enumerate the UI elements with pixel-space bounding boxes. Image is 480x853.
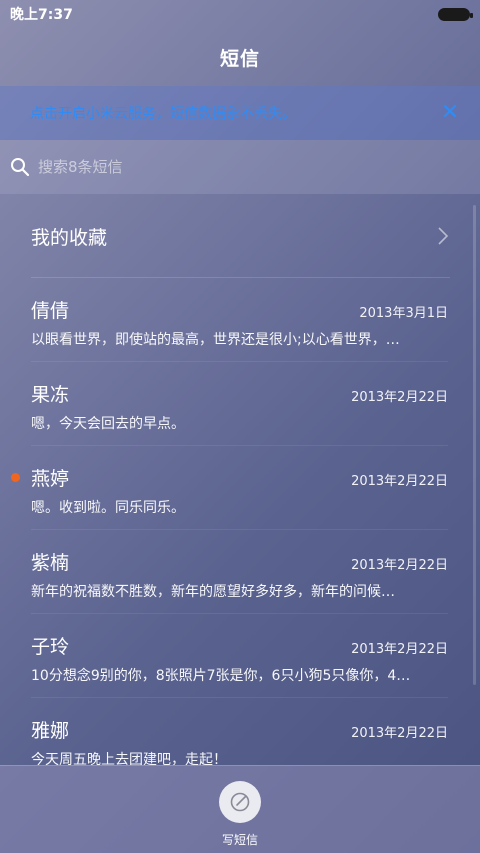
title-bar: 短信: [0, 28, 480, 86]
cloud-service-banner[interactable]: 点击开启小米云服务，短信数据永不丢失。 ✕: [0, 86, 480, 140]
message-preview: 今天周五晚上去团建吧，走起！: [31, 752, 227, 765]
message-preview: 嗯，今天会回去的早点。: [31, 416, 185, 432]
favorites-item[interactable]: 我的收藏: [0, 194, 480, 278]
conversation-item[interactable]: 紫楠 2013年2月22日 新年的祝福数不胜数，新年的愿望好多好多，新年的问候…: [0, 530, 480, 614]
conversation-item[interactable]: 燕婷 2013年2月22日 嗯。收到啦。同乐同乐。: [0, 446, 480, 530]
compose-label: 写短信: [221, 833, 258, 847]
message-preview: 新年的祝福数不胜数，新年的愿望好多好多，新年的问候…: [31, 584, 395, 600]
conversation-item[interactable]: 倩倩 2013年3月1日 以眼看世界，即使站的最高，世界还是很小;以心看世界，…: [0, 278, 480, 362]
battery-icon: [438, 7, 473, 21]
close-icon[interactable]: ✕: [438, 102, 462, 124]
message-date: 2013年2月22日: [351, 474, 448, 489]
conversation-item[interactable]: 子玲 2013年2月22日 10分想念9别的你，8张照片7张是你，6只小狗5只像…: [0, 614, 480, 698]
chevron-right-icon: [438, 227, 449, 245]
contact-name: 紫楠: [31, 552, 70, 574]
message-date: 2013年3月1日: [359, 306, 448, 321]
status-bar: 晚上7:37: [0, 0, 480, 28]
compose-icon: [230, 792, 250, 812]
bottom-bar: 写短信: [0, 765, 480, 853]
conversation-item[interactable]: 雅娜 2013年2月22日 今天周五晚上去团建吧，走起！: [0, 698, 480, 765]
conversation-list[interactable]: 我的收藏 倩倩 2013年3月1日 以眼看世界，即使站的最高，世界还是很小;以心…: [0, 194, 480, 765]
message-date: 2013年2月22日: [351, 558, 448, 573]
search-bar[interactable]: [0, 140, 480, 194]
contact-name: 子玲: [31, 636, 70, 658]
search-icon: [11, 158, 30, 177]
contact-name: 燕婷: [31, 468, 70, 490]
contact-name: 雅娜: [31, 720, 70, 742]
list-scrollbar[interactable]: [473, 205, 476, 685]
message-preview: 嗯。收到啦。同乐同乐。: [31, 500, 185, 516]
message-date: 2013年2月22日: [351, 390, 448, 405]
message-date: 2013年2月22日: [351, 726, 448, 741]
compose-button[interactable]: [219, 781, 261, 823]
banner-text[interactable]: 点击开启小米云服务，短信数据永不丢失。: [30, 103, 438, 123]
favorites-label: 我的收藏: [31, 226, 108, 249]
message-date: 2013年2月22日: [351, 642, 448, 657]
search-input[interactable]: [38, 158, 470, 176]
contact-name: 倩倩: [31, 300, 70, 322]
contact-name: 果冻: [31, 384, 70, 406]
unread-indicator: [11, 473, 20, 482]
page-title: 短信: [219, 47, 260, 70]
conversation-item[interactable]: 果冻 2013年2月22日 嗯，今天会回去的早点。: [0, 362, 480, 446]
message-preview: 10分想念9别的你，8张照片7张是你，6只小狗5只像你，4…: [31, 668, 411, 684]
message-preview: 以眼看世界，即使站的最高，世界还是很小;以心看世界，…: [31, 332, 400, 348]
status-time: 晚上7:37: [10, 7, 73, 23]
